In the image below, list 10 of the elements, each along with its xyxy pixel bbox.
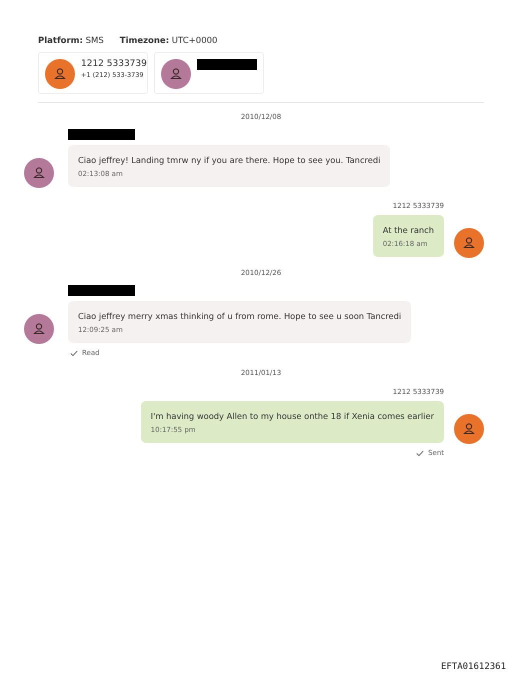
participant-name: 1212 5333739 (81, 59, 147, 69)
check-icon (416, 450, 424, 456)
check-icon (70, 350, 78, 356)
timezone-label: Timezone: UTC+0000 (120, 36, 218, 46)
document-id: EFTA01612361 (440, 662, 506, 672)
message-text: At the ranch (382, 225, 434, 235)
message-text: Ciao jeffrey! Landing tmrw ny if you are there. Hope to see you. Tancredi (78, 155, 380, 165)
message-text: I'm having woody Allen to my house onthe 18 if Xenia comes earlier (150, 411, 434, 421)
message-text: Ciao jeffrey merry xmas thinking of u from rome. Hope to see u soon Tancredi (78, 311, 402, 321)
platform-label: Platform: SMS (38, 36, 104, 46)
